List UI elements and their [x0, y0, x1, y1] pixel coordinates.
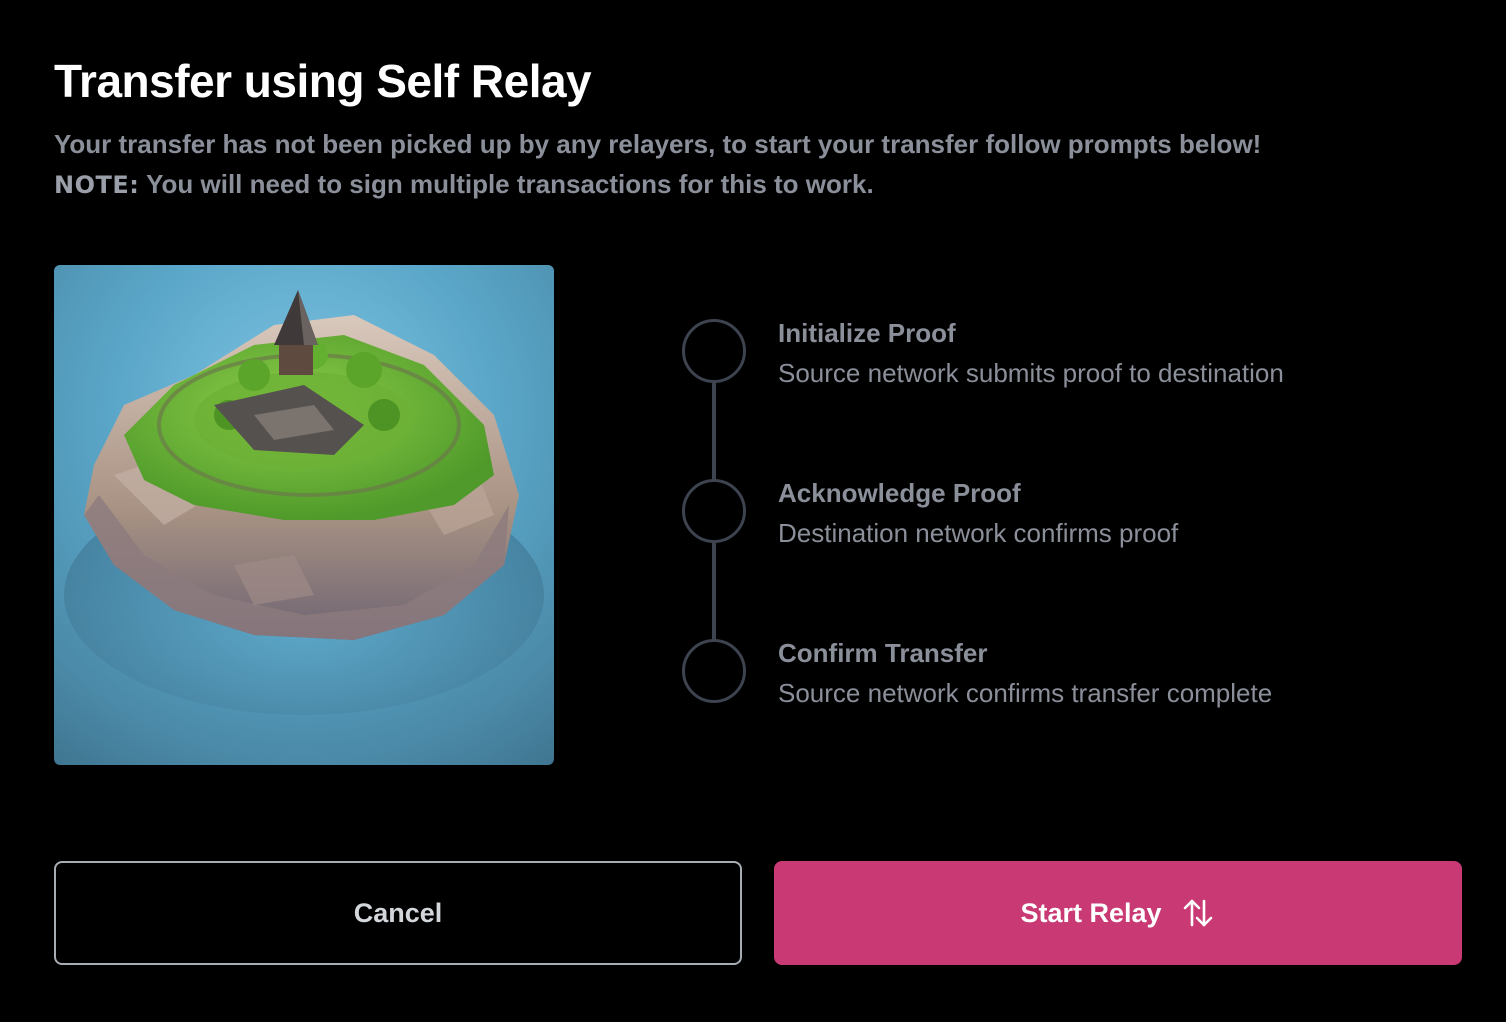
- page-title: Transfer using Self Relay: [54, 55, 592, 107]
- note-line: NOTE: You will need to sign multiple tra…: [54, 164, 874, 205]
- cancel-button[interactable]: Cancel: [54, 861, 742, 965]
- step-description: Source network submits proof to destinat…: [778, 358, 1284, 388]
- step-title: Initialize Proof: [778, 318, 956, 348]
- start-relay-button[interactable]: Start Relay: [774, 861, 1462, 965]
- step-status-circle: [682, 639, 746, 703]
- step-description: Source network confirms transfer complet…: [778, 678, 1273, 708]
- step-connector: [712, 380, 716, 480]
- step-status-circle: [682, 319, 746, 383]
- step-title: Acknowledge Proof: [778, 478, 1021, 508]
- page-subtitle: Your transfer has not been picked up by …: [54, 129, 1262, 159]
- step-connector: [712, 540, 716, 640]
- cancel-button-label: Cancel: [353, 897, 443, 928]
- relay-steps: Initialize Proof Source network submits …: [680, 318, 1440, 718]
- arrows-up-down-icon: [1180, 895, 1216, 931]
- step-title: Confirm Transfer: [778, 638, 988, 668]
- start-relay-button-label: Start Relay: [1020, 897, 1162, 928]
- note-label: NOTE:: [54, 171, 140, 199]
- step-status-circle: [682, 479, 746, 543]
- step-description: Destination network confirms proof: [778, 518, 1179, 548]
- note-text: You will need to sign multiple transacti…: [139, 169, 874, 199]
- island-illustration: [54, 265, 554, 765]
